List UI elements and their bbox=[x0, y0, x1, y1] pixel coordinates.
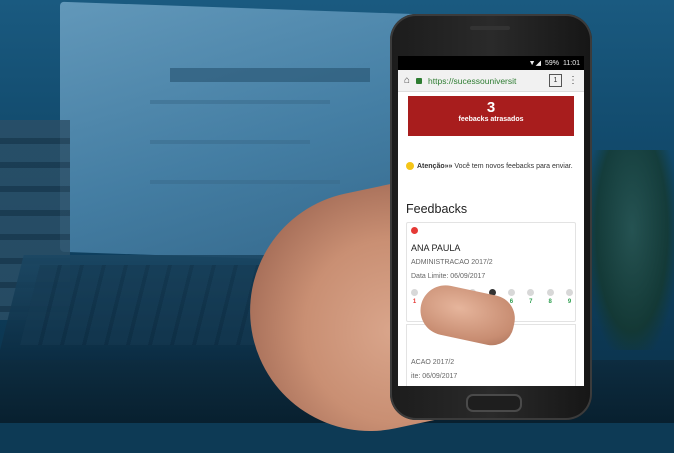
rating-option[interactable]: 7 bbox=[527, 289, 535, 305]
rating-option[interactable]: 9 bbox=[566, 289, 573, 305]
overdue-count: 3 bbox=[486, 99, 496, 116]
section-title: Feedbacks bbox=[406, 202, 468, 216]
plant bbox=[590, 150, 674, 350]
tab-count-button[interactable]: 1 bbox=[549, 74, 562, 87]
url-text[interactable]: https://sucessouniversit bbox=[428, 76, 543, 86]
laptop-line bbox=[150, 100, 330, 104]
laptop-line bbox=[150, 180, 340, 184]
battery-level: 59% bbox=[544, 59, 559, 67]
alert-title: Atenção»» bbox=[417, 163, 453, 170]
status-bar: ▼◢ 59% 11:01 bbox=[398, 56, 584, 70]
overdue-label: feebacks atrasados bbox=[458, 116, 524, 123]
status-dot bbox=[411, 227, 418, 234]
menu-icon[interactable]: ⋮ bbox=[568, 75, 578, 86]
signal-icon: ▼◢ bbox=[528, 60, 541, 67]
clock: 11:01 bbox=[563, 59, 580, 67]
course: ACAO 2017/2 bbox=[411, 359, 455, 366]
laptop-screen-bar bbox=[170, 68, 370, 82]
rating-option[interactable]: 8 bbox=[546, 289, 554, 305]
deadline: Data Limite: 06/09/2017 bbox=[411, 273, 486, 280]
laptop-line bbox=[150, 140, 310, 144]
alert-message: Atenção»» Você tem novos feebacks para e… bbox=[406, 162, 576, 173]
alert-text: Você tem novos feebacks para enviar. bbox=[452, 163, 573, 170]
student-name: ANA PAULA bbox=[411, 243, 461, 253]
lightbulb-icon bbox=[406, 162, 414, 171]
phone-speaker bbox=[470, 26, 510, 30]
overdue-banner: 3 feebacks atrasados bbox=[408, 96, 574, 136]
course: ADMINISTRACAO 2017/2 bbox=[411, 259, 493, 266]
home-button[interactable] bbox=[466, 394, 522, 412]
browser-url-bar[interactable]: ⌂ https://sucessouniversit 1 ⋮ bbox=[398, 70, 584, 92]
deadline: ite: 06/09/2017 bbox=[411, 373, 458, 380]
rating-option[interactable]: 1 bbox=[411, 289, 418, 305]
home-icon[interactable]: ⌂ bbox=[404, 75, 410, 86]
lock-icon bbox=[416, 77, 423, 84]
